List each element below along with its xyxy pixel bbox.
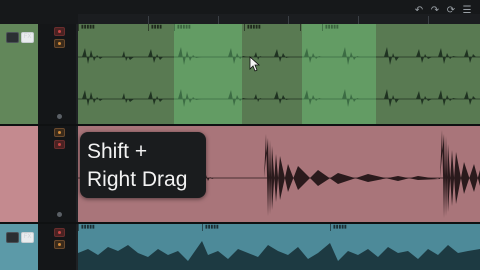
mute-button[interactable]: [6, 232, 19, 243]
fx-button[interactable]: FX: [21, 232, 34, 243]
waveform-cyan: [78, 241, 480, 270]
ruler-tick: [218, 16, 219, 24]
track-divider: [0, 124, 480, 126]
clip-label: ▮▮▮▮▮: [247, 24, 261, 30]
clip-header[interactable]: ▮▮▮▮▮: [202, 224, 331, 231]
input-monitor-button[interactable]: [54, 39, 65, 48]
track-header-cyan[interactable]: FX: [0, 224, 38, 270]
waveform-green: [78, 47, 480, 107]
record-arm-button[interactable]: [54, 228, 65, 237]
volume-knob[interactable]: [57, 114, 62, 119]
clip-header[interactable]: ▮▮▮▮▮: [78, 24, 149, 31]
tooltip-line-1: Shift +: [87, 140, 148, 163]
mouse-pointer-icon: [249, 56, 261, 72]
input-monitor-button[interactable]: [54, 240, 65, 249]
track-lane-green[interactable]: ▮▮▮▮▮ ▮▮▮▮ ▮▮▮▮▮ ▮▮▮▮▮ ▮▮▮▮▮: [78, 24, 480, 124]
clip-label: ▮▮▮▮▮: [81, 24, 95, 30]
record-arm-button[interactable]: [54, 27, 65, 36]
clip-label: ▮▮▮▮: [151, 24, 163, 30]
volume-knob[interactable]: [57, 212, 62, 217]
tooltip-line-2: Right Drag: [87, 168, 188, 191]
ruler-tick: [288, 16, 289, 24]
clip-label: ▮▮▮▮▮: [205, 224, 219, 230]
shortcut-tooltip: Shift + Right Drag: [80, 132, 206, 198]
track-header-red[interactable]: [0, 126, 38, 222]
clip-header[interactable]: ▮▮▮▮▮: [78, 224, 203, 231]
track-header-green[interactable]: FX: [0, 24, 38, 124]
ruler-tick: [358, 16, 359, 24]
mute-button[interactable]: [6, 32, 19, 43]
clip-label: ▮▮▮▮▮: [81, 224, 95, 230]
track-divider: [0, 222, 480, 224]
selection-region[interactable]: [174, 24, 242, 124]
record-arm-button[interactable]: [54, 140, 65, 149]
track-lane-cyan[interactable]: ▮▮▮▮▮ ▮▮▮▮▮ ▮▮▮▮▮: [78, 224, 480, 270]
clip-label: ▮▮▮▮▮: [333, 224, 347, 230]
ruler-tick: [148, 16, 149, 24]
clip-header[interactable]: ▮▮▮▮: [148, 24, 175, 31]
fx-button[interactable]: FX: [21, 32, 34, 43]
input-monitor-button[interactable]: [54, 128, 65, 137]
selection-region[interactable]: [302, 24, 376, 124]
clip-header[interactable]: ▮▮▮▮▮: [330, 224, 480, 231]
clip-header[interactable]: ▮▮▮▮▮: [244, 24, 301, 31]
ruler-tick: [428, 16, 429, 24]
